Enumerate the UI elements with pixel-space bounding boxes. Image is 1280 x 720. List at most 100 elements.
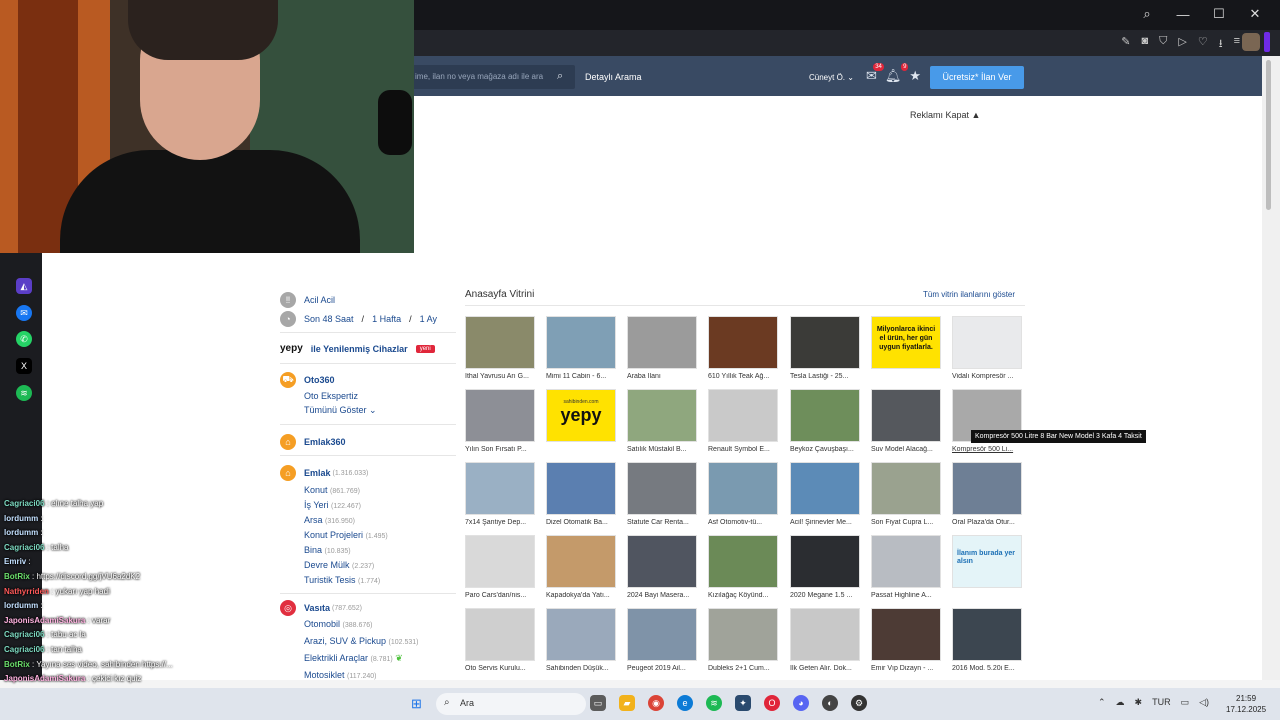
vitrin-listing[interactable]: Renault Symbol E... [708,389,780,453]
vitrin-listing[interactable]: Son Fiyat Cupra L... [871,462,943,526]
listing-thumbnail[interactable] [790,316,860,369]
emlak-subcategory[interactable]: Arsa (316.950) [304,515,355,525]
listing-thumbnail[interactable] [952,316,1022,369]
yepy-link[interactable]: yepy ile Yenilenmiş Cihazlar yeni [280,343,435,354]
listing-caption[interactable]: Satılık Müstakil B... [627,446,699,453]
vitrin-listing[interactable]: Dubleks 2+1 Cum... [708,608,780,672]
vitrin-listing[interactable]: Yılın Son Fırsatı P... [465,389,537,453]
scrollbar-thumb[interactable] [1266,60,1271,210]
download-icon[interactable]: ⭳ [1219,35,1223,54]
emlak-subcategory[interactable]: Devre Mülk (2.237) [304,560,374,570]
listing-thumbnail[interactable] [465,316,535,369]
network-icon[interactable]: ☁ [1116,697,1125,708]
chrome-icon[interactable]: ◉ [648,695,664,711]
listing-thumbnail[interactable] [708,316,778,369]
edge-icon[interactable]: e [677,695,693,711]
acil-link[interactable]: ‼ Acil Acil [280,292,335,308]
search-icon[interactable]: ⌕ [557,70,569,82]
play-icon[interactable]: ▷ [1178,35,1186,54]
vitrin-listing[interactable]: Statute Car Renta... [627,462,699,526]
bluetooth-icon[interactable]: ✱ [1135,697,1143,708]
notification-bell-icon[interactable]: 🔔︎ 9 [885,63,909,84]
listing-caption[interactable]: Asf Otomotiv-tü... [708,519,780,526]
one-month-link[interactable]: 1 Ay [420,314,437,324]
listing-caption[interactable]: Kapadokya'da Yatı... [546,592,618,599]
vasita-subcategory[interactable]: Motosiklet (117.240) [304,670,376,680]
chevron-up-icon[interactable]: ⌃ [1098,697,1106,708]
vitrin-listing[interactable]: Sahibinden Düşük... [546,608,618,672]
volume-icon[interactable]: ◁) [1199,697,1209,708]
listing-thumbnail[interactable] [790,462,860,515]
opera-icon[interactable]: O [764,695,780,711]
windows-start-icon[interactable]: ⊞ [411,696,426,711]
listing-thumbnail[interactable] [627,535,697,588]
listing-caption[interactable]: Statute Car Renta... [627,519,699,526]
settings-gear-icon[interactable]: ⚙ [851,695,867,711]
app-icon[interactable]: ✦ [735,695,751,711]
minimize-icon[interactable]: — [1176,6,1190,22]
listing-caption[interactable]: Renault Symbol E... [708,446,780,453]
listing-thumbnail[interactable] [708,608,778,661]
emlak-subcategory[interactable]: Konut (861.769) [304,485,360,495]
listing-thumbnail[interactable] [790,608,860,661]
listing-caption[interactable]: Mimi 11 Cabin - 6... [546,373,618,380]
listing-caption[interactable]: Vidalı Kompresör ... [952,373,1024,380]
vitrin-listing[interactable]: Acil! Şirinevler Me... [790,462,862,526]
vasita-subcategory[interactable]: Otomobil (388.676) [304,619,373,629]
discord-icon[interactable]: ◕ [793,695,809,711]
listing-caption[interactable]: 2016 Mod. 5.20i E... [952,665,1024,672]
listing-caption[interactable]: Dizel Otomatik Ba... [546,519,618,526]
app-launcher-icon[interactable]: ◭ [16,278,32,294]
language-indicator[interactable]: TUR [1152,697,1171,708]
vitrin-listing[interactable]: Beykoz Çavuşbaşı... [790,389,862,453]
close-icon[interactable]: ✕ [1248,6,1262,22]
listing-thumbnail[interactable] [708,462,778,515]
vitrin-listing[interactable]: Oral Plaza'da Otur... [952,462,1024,526]
search-icon[interactable]: ⌕ [1140,6,1154,22]
vitrin-listing[interactable]: 7x14 Şantiye Dep... [465,462,537,526]
listing-caption[interactable]: 610 Yıllık Teak Ağ... [708,373,780,380]
emlak360-link[interactable]: ⌂ Emlak360 [280,434,346,450]
listing-thumbnail[interactable] [871,462,941,515]
listing-thumbnail[interactable] [546,608,616,661]
vitrin-listing[interactable]: Kapadokya'da Yatı... [546,535,618,599]
listing-caption[interactable]: İlk Geten Alır. Dok... [790,665,862,672]
listing-caption[interactable]: 2024 Bayi Masera... [627,592,699,599]
listing-thumbnail[interactable] [871,535,941,588]
task-view-icon[interactable]: ▭ [590,695,606,711]
listing-caption[interactable]: 2020 Megane 1.5 ... [790,592,862,599]
vitrin-listing[interactable]: Satılık Müstakil B... [627,389,699,453]
obs-icon[interactable]: ◐ [822,695,838,711]
menu-icon[interactable]: ≡ [1234,35,1240,54]
vitrin-listing[interactable]: Kızılağaç Köyünd... [708,535,780,599]
vitrin-listing[interactable]: Tesla Lastiği - 25... [790,316,862,380]
vitrin-listing[interactable]: 2024 Bayi Masera... [627,535,699,599]
vitrin-listing[interactable]: Oto Servis Kurulu... [465,608,537,672]
listing-caption[interactable]: Kızılağaç Köyünd... [708,592,780,599]
search-input[interactable]: ime, ilan no veya mağaza adı ile ara ⌕ [405,65,575,89]
listing-caption[interactable]: Araba İlanı [627,373,699,380]
vitrin-listing[interactable]: Suv Model Alacağ... [871,389,943,453]
listing-caption[interactable]: İthal Yavrusu Arı G... [465,373,537,380]
vitrin-listing[interactable]: sahibinden.com yepy [546,389,618,446]
listing-thumbnail[interactable] [546,535,616,588]
display-icon[interactable]: ▭ [1181,697,1190,708]
vitrin-listing[interactable]: Emir Vıp Dizayn - ... [871,608,943,672]
listing-thumbnail[interactable] [465,608,535,661]
spotify-icon[interactable]: ≋ [16,385,32,401]
listing-thumbnail[interactable] [546,462,616,515]
edit-icon[interactable]: ✎ [1121,35,1130,54]
listing-caption[interactable]: Sahibinden Düşük... [546,665,618,672]
user-menu[interactable]: Cüneyt Ö. ⌄ [809,73,854,82]
listing-caption[interactable]: Peugeot 2019 Ail... [627,665,699,672]
listing-caption[interactable]: Dubleks 2+1 Cum... [708,665,780,672]
vitrin-listing[interactable]: Kompresör 500 Li... [952,389,1024,453]
listing-thumbnail[interactable] [871,389,941,442]
oto360-link[interactable]: ⛟ Oto360 [280,372,335,388]
last-48h-link[interactable]: Son 48 Saat [304,314,354,324]
messages-icon[interactable]: ✉ 34 [866,63,884,84]
listing-thumbnail[interactable] [465,462,535,515]
listing-caption[interactable]: Emir Vıp Dizayn - ... [871,665,943,672]
advanced-search-link[interactable]: Detaylı Arama [585,72,642,82]
listing-thumbnail[interactable] [952,608,1022,661]
